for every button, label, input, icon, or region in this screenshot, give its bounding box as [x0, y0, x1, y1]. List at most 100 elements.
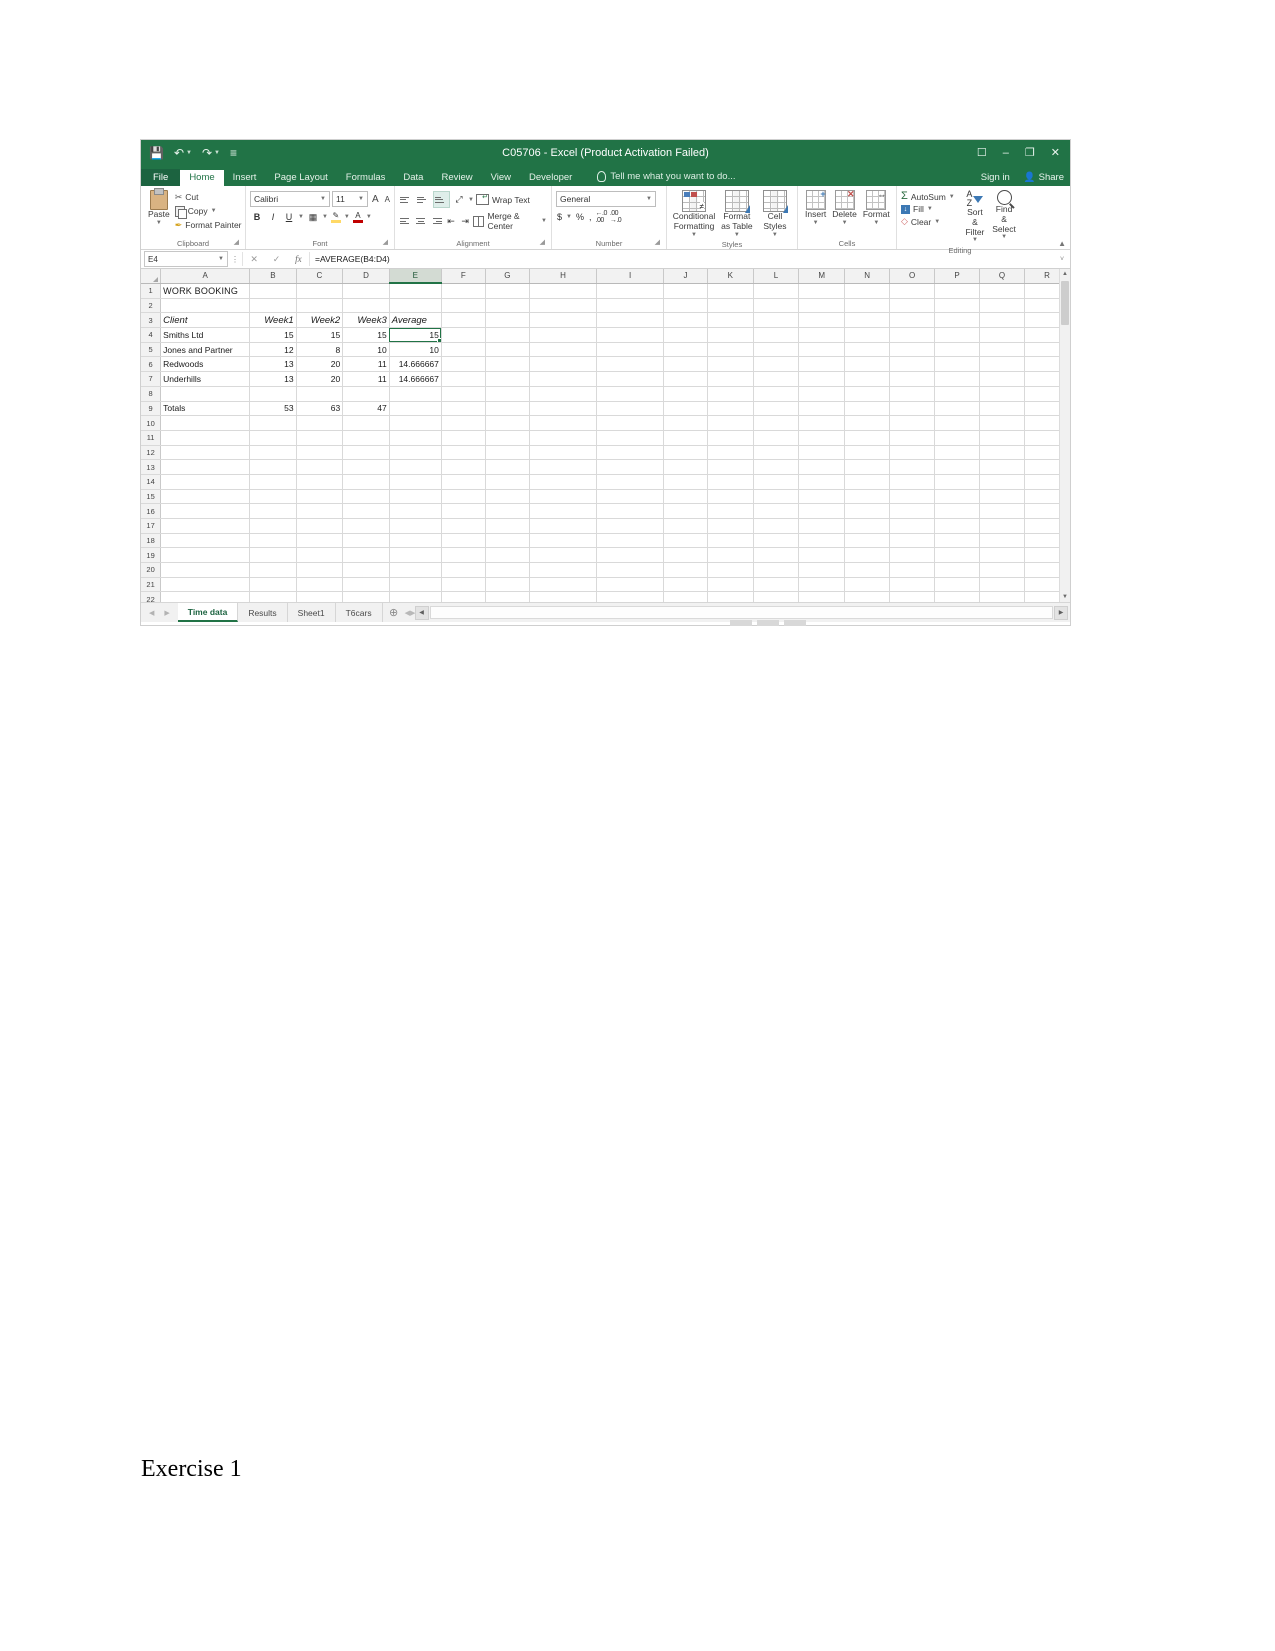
fill-color-button[interactable]: ✎: [330, 211, 342, 223]
cell-Q22[interactable]: [979, 591, 1025, 602]
cell-L20[interactable]: [753, 562, 800, 578]
cell-E22[interactable]: [389, 591, 442, 602]
currency-button[interactable]: $: [556, 212, 563, 222]
cell-H22[interactable]: [529, 591, 598, 602]
cell-L12[interactable]: [753, 445, 800, 461]
cell-Q4[interactable]: [979, 327, 1025, 343]
expand-formula-bar-icon[interactable]: ˅: [1057, 256, 1067, 263]
cell-L14[interactable]: [753, 474, 800, 490]
cell-G6[interactable]: [485, 356, 530, 373]
cell-D4[interactable]: 15: [342, 327, 390, 343]
cell-N11[interactable]: [844, 430, 891, 446]
cell-J14[interactable]: [663, 474, 708, 490]
cell-I10[interactable]: [596, 415, 665, 431]
row-header-2[interactable]: 2: [141, 298, 162, 314]
cell-N9[interactable]: [844, 401, 891, 417]
cell-C18[interactable]: [296, 533, 344, 549]
cell-J8[interactable]: [663, 386, 708, 402]
align-left-button[interactable]: [399, 214, 412, 229]
cell-M22[interactable]: [798, 591, 846, 602]
cell-E14[interactable]: [389, 474, 442, 490]
cell-D21[interactable]: [342, 577, 390, 593]
cell-K15[interactable]: [707, 489, 754, 505]
cell-M21[interactable]: [798, 577, 846, 593]
cell-D17[interactable]: [342, 518, 390, 534]
insert-cells-button[interactable]: + Insert ▼: [802, 189, 829, 228]
find-select-button[interactable]: Find & Select ▼: [989, 189, 1019, 242]
paste-button[interactable]: Paste ▼: [145, 188, 173, 228]
cell-O11[interactable]: [889, 430, 936, 446]
add-sheet-icon[interactable]: ⊕: [383, 603, 405, 622]
cell-L17[interactable]: [753, 518, 800, 534]
column-header-p[interactable]: P: [934, 269, 980, 284]
format-painter-button[interactable]: ✒ Format Painter: [173, 219, 244, 232]
cell-G17[interactable]: [485, 518, 530, 534]
cell-M10[interactable]: [798, 415, 846, 431]
cell-P4[interactable]: [934, 327, 980, 343]
cell-D6[interactable]: 11: [342, 356, 390, 373]
cell-C16[interactable]: [296, 503, 344, 519]
row-header-22[interactable]: 22: [141, 591, 162, 602]
cell-A11[interactable]: [160, 430, 251, 446]
cell-G20[interactable]: [485, 562, 530, 578]
cell-P5[interactable]: [934, 342, 980, 358]
cell-H17[interactable]: [529, 518, 598, 534]
align-center-button[interactable]: [414, 214, 427, 229]
tab-developer[interactable]: Developer: [520, 170, 581, 187]
cell-O4[interactable]: [889, 327, 936, 343]
cell-E13[interactable]: [389, 459, 442, 475]
cell-E5[interactable]: 10: [389, 342, 442, 358]
cell-L19[interactable]: [753, 547, 800, 564]
cell-F7[interactable]: [441, 371, 486, 387]
column-header-m[interactable]: M: [798, 269, 846, 284]
cell-I8[interactable]: [596, 386, 665, 402]
scroll-up-icon[interactable]: ▲: [1060, 269, 1070, 279]
cell-F12[interactable]: [441, 445, 486, 461]
cell-G5[interactable]: [485, 342, 530, 358]
tab-review[interactable]: Review: [432, 170, 481, 187]
column-header-n[interactable]: N: [844, 269, 891, 284]
cell-G18[interactable]: [485, 533, 530, 549]
cell-F2[interactable]: [441, 298, 486, 314]
cell-C3[interactable]: Week2: [296, 312, 344, 329]
cell-K7[interactable]: [707, 371, 754, 387]
cell-E2[interactable]: [389, 298, 442, 314]
cell-D22[interactable]: [342, 591, 390, 602]
cell-F22[interactable]: [441, 591, 486, 602]
sheet-tab-t6cars[interactable]: T6cars: [336, 603, 383, 622]
cell-C7[interactable]: 20: [296, 371, 344, 387]
cell-N10[interactable]: [844, 415, 891, 431]
cell-E19[interactable]: [389, 547, 442, 564]
cell-F18[interactable]: [441, 533, 486, 549]
cell-M5[interactable]: [798, 342, 846, 358]
cell-E17[interactable]: [389, 518, 442, 534]
cell-J16[interactable]: [663, 503, 708, 519]
cell-A1[interactable]: WORK BOOKING: [160, 283, 251, 299]
orientation-icon[interactable]: ⤢: [452, 193, 466, 207]
cell-J15[interactable]: [663, 489, 708, 505]
tell-me-box[interactable]: Tell me what you want to do...: [581, 168, 741, 186]
cell-C15[interactable]: [296, 489, 344, 505]
cell-H10[interactable]: [529, 415, 598, 431]
column-header-f[interactable]: F: [441, 269, 486, 284]
cell-C2[interactable]: [296, 298, 344, 314]
cell-G9[interactable]: [485, 401, 530, 417]
cell-L15[interactable]: [753, 489, 800, 505]
cell-Q19[interactable]: [979, 547, 1025, 564]
cell-I20[interactable]: [596, 562, 665, 578]
increase-indent-icon[interactable]: ⇥: [459, 214, 471, 228]
cell-E20[interactable]: [389, 562, 442, 578]
cell-P6[interactable]: [934, 356, 980, 373]
cell-H9[interactable]: [529, 401, 598, 417]
cell-P12[interactable]: [934, 445, 980, 461]
row-header-13[interactable]: 13: [141, 459, 162, 475]
cell-N3[interactable]: [844, 312, 891, 329]
cell-D1[interactable]: [342, 283, 390, 299]
tab-data[interactable]: Data: [394, 170, 432, 187]
cell-C22[interactable]: [296, 591, 344, 602]
cell-Q13[interactable]: [979, 459, 1025, 475]
cell-N21[interactable]: [844, 577, 891, 593]
cell-J1[interactable]: [663, 283, 708, 299]
scroll-down-icon[interactable]: ▼: [1060, 592, 1070, 602]
cell-Q10[interactable]: [979, 415, 1025, 431]
